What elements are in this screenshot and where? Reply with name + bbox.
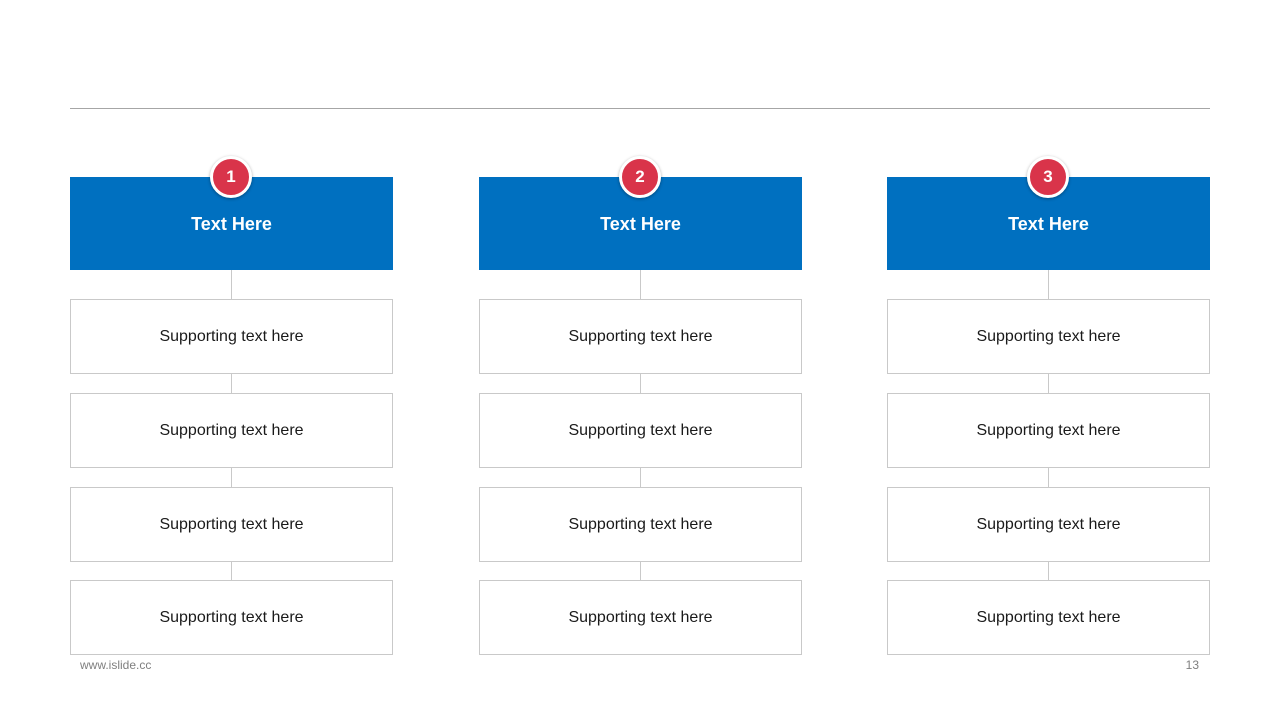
connector-line (640, 374, 641, 394)
supporting-box: Supporting text here (887, 299, 1210, 374)
supporting-box: Supporting text here (70, 299, 393, 374)
supporting-box: Supporting text here (887, 393, 1210, 468)
supporting-text: Supporting text here (159, 515, 304, 533)
step-number-badge: 1 (210, 156, 252, 198)
connector-line (1048, 374, 1049, 394)
column-2: Text Here 2 Supporting text here Support… (479, 155, 802, 655)
connector-line (640, 468, 641, 488)
supporting-text: Supporting text here (159, 421, 304, 439)
supporting-text: Supporting text here (976, 421, 1121, 439)
connector-line (640, 270, 641, 300)
column-3: Text Here 3 Supporting text here Support… (887, 155, 1210, 655)
connector-line (1048, 270, 1049, 300)
supporting-text: Supporting text here (159, 608, 304, 626)
supporting-text: Supporting text here (568, 515, 713, 533)
connector-line (231, 270, 232, 300)
supporting-box: Supporting text here (479, 299, 802, 374)
connector-line (231, 374, 232, 394)
connector-line (1048, 468, 1049, 488)
supporting-text: Supporting text here (976, 515, 1121, 533)
page-number: 13 (1185, 658, 1199, 672)
supporting-box: Supporting text here (479, 580, 802, 655)
supporting-text: Supporting text here (976, 327, 1121, 345)
supporting-box: Supporting text here (479, 487, 802, 562)
supporting-text: Supporting text here (976, 608, 1121, 626)
top-divider (70, 108, 1210, 109)
supporting-text: Supporting text here (568, 608, 713, 626)
step-number-badge: 2 (619, 156, 661, 198)
slide: Text Here 1 Supporting text here Support… (0, 0, 1280, 720)
connector-line (231, 468, 232, 488)
supporting-box: Supporting text here (70, 393, 393, 468)
connector-line (1048, 561, 1049, 581)
supporting-box: Supporting text here (70, 487, 393, 562)
footer-website: www.islide.cc (80, 658, 152, 672)
supporting-text: Supporting text here (568, 327, 713, 345)
supporting-box: Supporting text here (70, 580, 393, 655)
column-title: Text Here (600, 213, 681, 234)
supporting-text: Supporting text here (568, 421, 713, 439)
connector-line (640, 561, 641, 581)
column-title: Text Here (191, 213, 272, 234)
supporting-box: Supporting text here (479, 393, 802, 468)
supporting-text: Supporting text here (159, 327, 304, 345)
column-title: Text Here (1008, 213, 1089, 234)
supporting-box: Supporting text here (887, 580, 1210, 655)
step-number-badge: 3 (1027, 156, 1069, 198)
supporting-box: Supporting text here (887, 487, 1210, 562)
connector-line (231, 561, 232, 581)
column-1: Text Here 1 Supporting text here Support… (70, 155, 393, 655)
